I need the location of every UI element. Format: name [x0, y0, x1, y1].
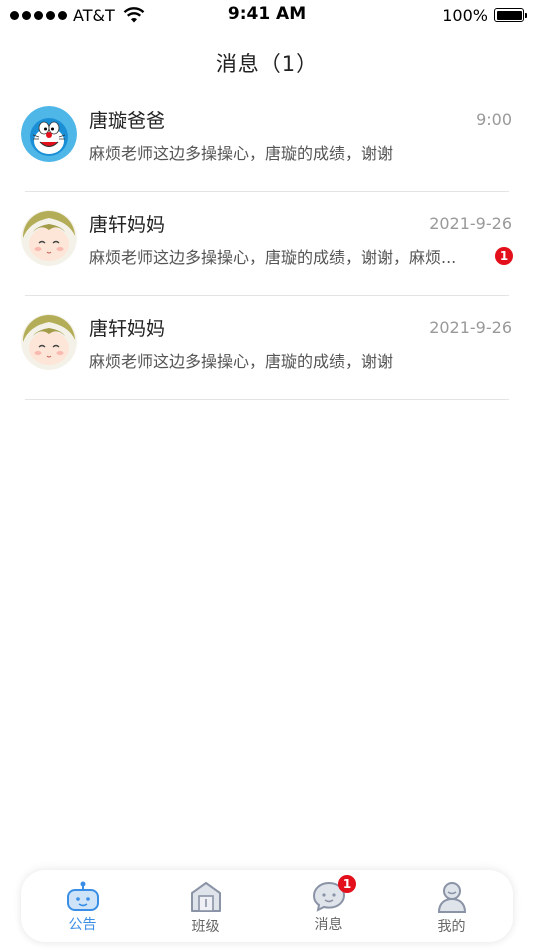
battery-percent: 100% — [442, 5, 488, 25]
profile-icon — [437, 882, 466, 913]
tab-label: 公告 — [68, 917, 97, 933]
screen: AT&T 9:41 AM 100% 消息（1） 唐璇爸爸 9:00 麻烦老师这边… — [0, 0, 534, 950]
sender-name: 唐璇爸爸 — [89, 110, 166, 132]
tab-unread-badge: 1 — [338, 875, 356, 893]
unread-badge: 1 — [495, 247, 513, 265]
message-item[interactable]: 唐璇爸爸 9:00 麻烦老师这边多操操心，唐璇的成绩，谢谢 — [0, 88, 534, 192]
message-time: 2021-9-26 — [429, 318, 512, 337]
avatar-doraemon[interactable] — [21, 106, 77, 162]
tab-label: 消息 — [314, 917, 343, 933]
tab-messages[interactable]: 消息 1 — [267, 870, 390, 942]
sender-name: 唐轩妈妈 — [89, 318, 166, 340]
tab-bar: 公告 班级 消息 1 我的 — [21, 870, 513, 942]
message-preview: 麻烦老师这边多操操心，唐璇的成绩，谢谢，麻烦... — [89, 248, 457, 267]
avatar-baby[interactable] — [21, 314, 77, 370]
avatar-baby[interactable] — [21, 210, 77, 266]
message-list: 唐璇爸爸 9:00 麻烦老师这边多操操心，唐璇的成绩，谢谢 唐轩妈妈 2021-… — [0, 88, 534, 400]
tab-label: 我的 — [437, 919, 466, 935]
battery-icon — [494, 8, 527, 22]
divider — [25, 399, 509, 400]
status-bar: AT&T 9:41 AM 100% — [0, 0, 534, 32]
tab-notice[interactable]: 公告 — [21, 870, 144, 942]
tab-profile[interactable]: 我的 — [390, 870, 513, 942]
bot-icon — [66, 881, 99, 911]
class-icon — [190, 882, 221, 912]
page-title: 消息（1） — [215, 52, 319, 76]
tab-class[interactable]: 班级 — [144, 870, 267, 942]
message-item[interactable]: 唐轩妈妈 2021-9-26 麻烦老师这边多操操心，唐璇的成绩，谢谢，麻烦...… — [0, 192, 534, 296]
message-preview: 麻烦老师这边多操操心，唐璇的成绩，谢谢 — [89, 144, 394, 163]
tab-label: 班级 — [191, 919, 220, 935]
message-item[interactable]: 唐轩妈妈 2021-9-26 麻烦老师这边多操操心，唐璇的成绩，谢谢 — [0, 296, 534, 400]
message-time: 9:00 — [476, 110, 512, 129]
status-right: 100% — [442, 4, 527, 26]
sender-name: 唐轩妈妈 — [89, 214, 166, 236]
message-time: 2021-9-26 — [429, 214, 512, 233]
message-preview: 麻烦老师这边多操操心，唐璇的成绩，谢谢 — [89, 352, 394, 371]
